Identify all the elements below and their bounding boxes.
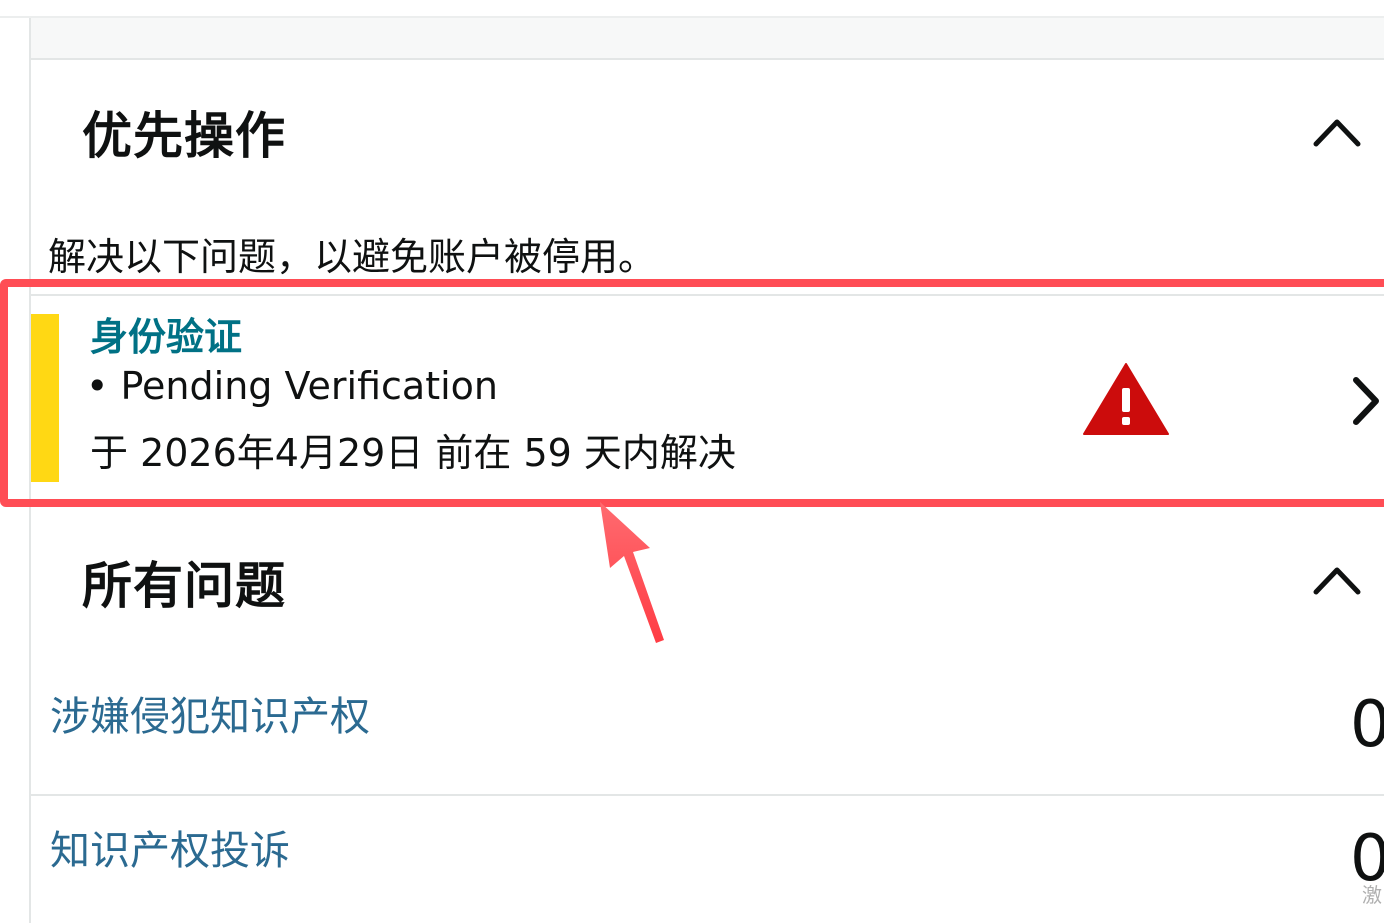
list-divider (31, 794, 1384, 796)
account-health-page: 优先操作 解决以下问题，以避免账户被停用。 身份验证 • Pending Ver… (0, 0, 1384, 923)
all-issues-title: 所有问题 (82, 557, 286, 615)
chevron-up-icon[interactable] (1312, 114, 1362, 148)
top-strip (31, 18, 1384, 58)
priority-actions-title: 优先操作 (82, 107, 286, 165)
issue-severity-bar (31, 314, 59, 482)
priority-actions-subtitle: 解决以下问题，以避免账户被停用。 (48, 235, 657, 279)
issue-status-text: • Pending Verification (86, 364, 498, 408)
watermark-text: 激 (1362, 883, 1382, 907)
issue-deadline-text: 于 2026年4月29日 前在 59 天内解决 (90, 431, 736, 475)
warning-icon (1083, 363, 1169, 435)
ip-complaints-link[interactable]: 知识产权投诉 (50, 818, 290, 876)
chevron-up-icon[interactable] (1312, 562, 1362, 596)
card-top-border (31, 58, 1384, 60)
ip-infringement-link[interactable]: 涉嫌侵犯知识产权 (50, 684, 370, 742)
issue-title-link[interactable]: 身份验证 (90, 306, 242, 361)
issue-row-bottom-divider (31, 500, 1384, 502)
ip-infringement-count: 0 (1350, 688, 1384, 762)
chevron-right-icon[interactable] (1348, 374, 1382, 428)
annotation-arrow-icon (600, 502, 664, 643)
